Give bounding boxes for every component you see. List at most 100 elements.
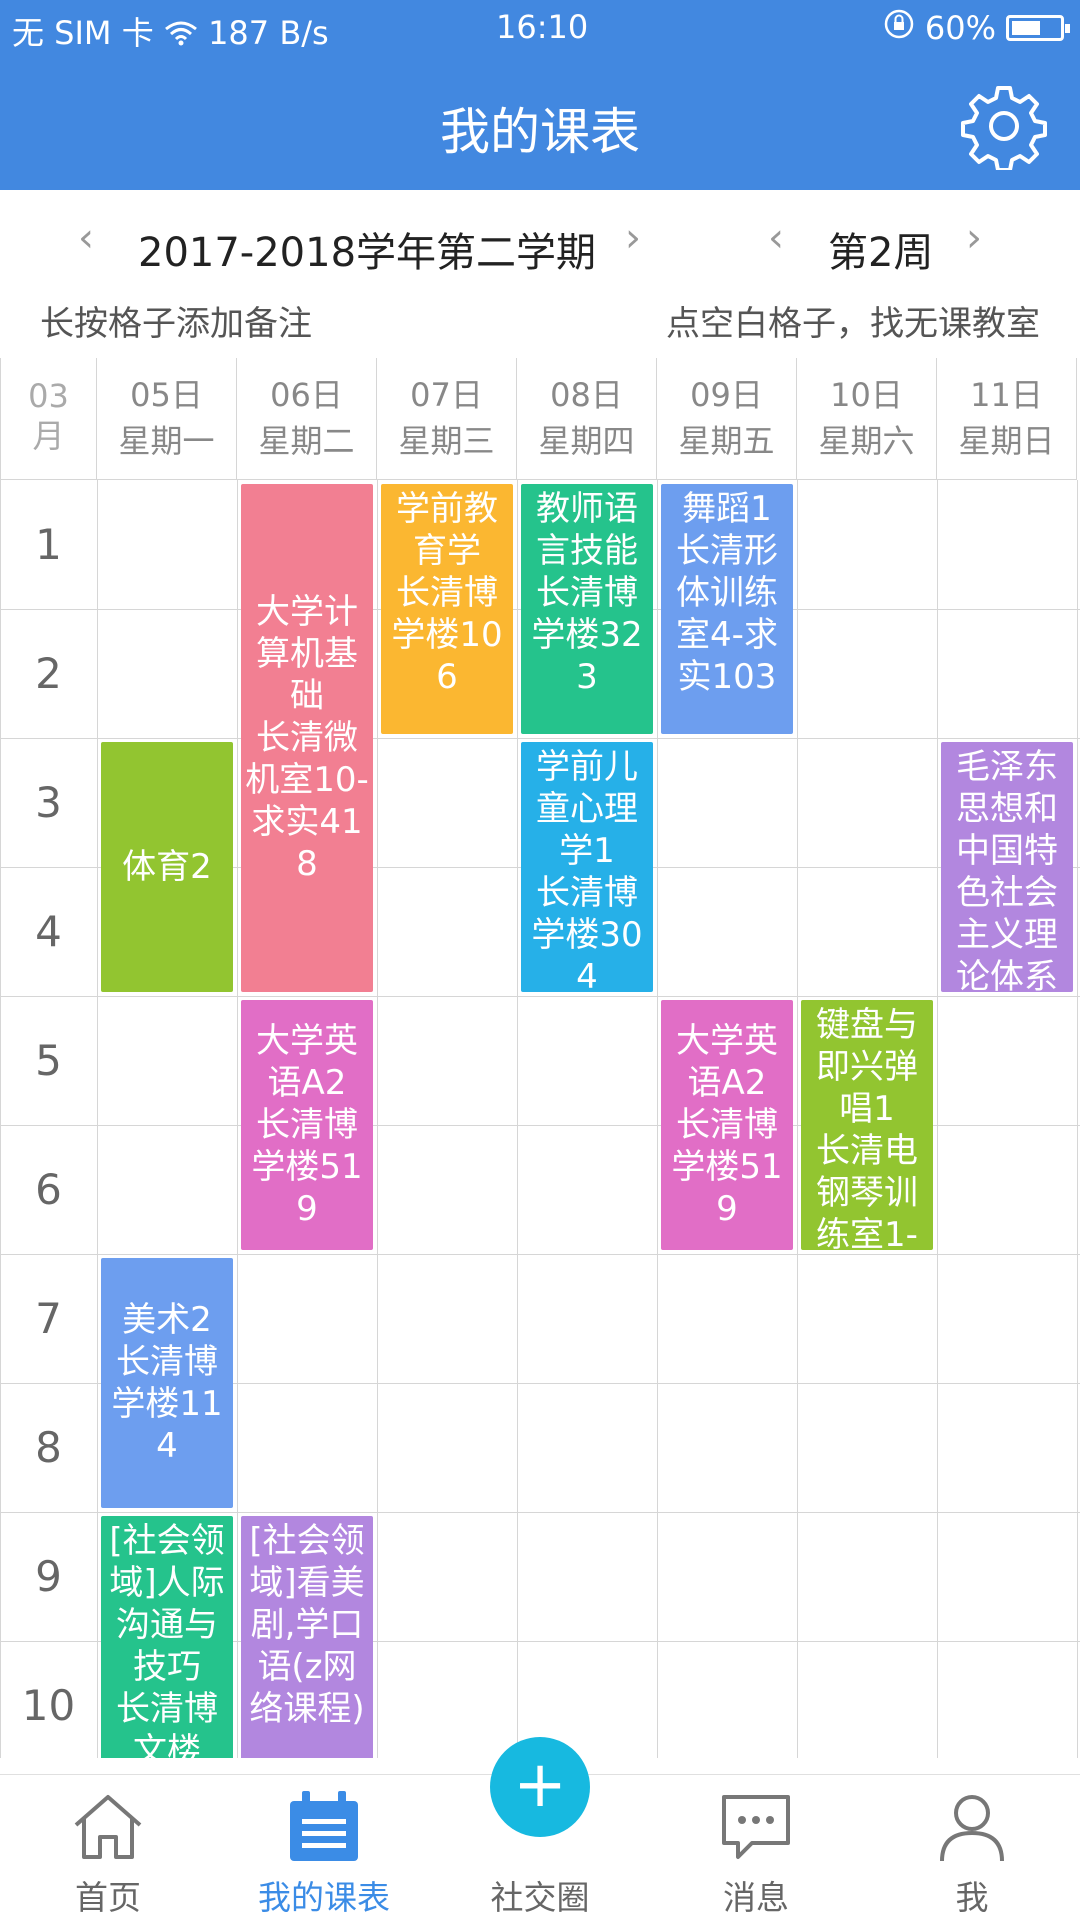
user-icon bbox=[940, 1795, 1004, 1862]
nav-me-label: 我 bbox=[955, 1878, 989, 1917]
day-date: 10日 bbox=[830, 376, 903, 414]
course-block[interactable]: 学前儿童心理学1 长清博学楼304 bbox=[521, 742, 653, 992]
course-text: 体育2 bbox=[122, 847, 212, 887]
course-block[interactable]: 舞蹈1 长清形体训练室4-求实103 bbox=[661, 484, 793, 734]
nav-me[interactable]: 我 bbox=[872, 1775, 1072, 1921]
day-weekday: 星期四 bbox=[538, 422, 635, 460]
day-date: 09日 bbox=[690, 376, 763, 414]
course-block[interactable]: [社会领域]人际沟通与技巧 长清博文楼 bbox=[101, 1516, 233, 1758]
course-block[interactable]: 美术2 长清博学楼114 bbox=[101, 1258, 233, 1508]
course-text: 大学计算机基础 长清微机室10-求实418 bbox=[245, 592, 369, 884]
day-date: 11日 bbox=[970, 376, 1043, 414]
course-block[interactable]: 学前教育学 长清博学楼106 bbox=[381, 484, 513, 734]
nav-social[interactable]: + 社交圈 bbox=[440, 1737, 640, 1921]
day-header: 08日星期四 bbox=[517, 358, 657, 480]
course-text: 美术2 长清博学楼114 bbox=[111, 1300, 223, 1466]
period-number: 7 bbox=[35, 1294, 62, 1343]
course-text: 学前教育学 长清博学楼106 bbox=[391, 489, 503, 697]
column-divider bbox=[797, 480, 798, 1758]
page-title: 我的课表 bbox=[440, 103, 640, 161]
day-header: 11日星期日 bbox=[937, 358, 1077, 480]
next-week-arrow[interactable]: › bbox=[966, 215, 982, 261]
row-divider bbox=[0, 738, 1080, 739]
next-term-arrow[interactable]: › bbox=[625, 215, 641, 261]
term-label[interactable]: 2017-2018学年第二学期 bbox=[138, 220, 596, 278]
period-number: 4 bbox=[35, 907, 62, 956]
term-selector: ‹ 2017-2018学年第二学期 › ‹ 第2周 › bbox=[0, 205, 1080, 285]
course-block[interactable]: 键盘与即兴弹唱1 长清电钢琴训练室1- bbox=[801, 1000, 933, 1250]
rotation-lock-icon bbox=[883, 8, 915, 48]
column-divider bbox=[237, 480, 238, 1758]
day-header: 05日星期一 bbox=[97, 358, 237, 480]
course-block[interactable]: 体育2 bbox=[101, 742, 233, 992]
period-number: 9 bbox=[35, 1552, 62, 1601]
course-text: 学前儿童心理学1 长清博学楼304 bbox=[531, 747, 643, 992]
course-block[interactable]: 大学计算机基础 长清微机室10-求实418 bbox=[241, 484, 373, 992]
day-header: 07日 星期三 bbox=[377, 358, 517, 480]
course-block[interactable]: 教师语言技能 长清博学楼323 bbox=[521, 484, 653, 734]
hint-add-note: 长按格子添加备注 bbox=[40, 304, 312, 344]
hints-row: 长按格子添加备注 点空白格子，找无课教室 bbox=[0, 292, 1080, 348]
status-time: 16:10 bbox=[496, 8, 589, 46]
status-bar: 无 SIM 卡 187 B/s 16:10 60% bbox=[0, 0, 1080, 56]
day-weekday: 星期日 bbox=[958, 422, 1055, 460]
day-date: 06日 bbox=[270, 376, 343, 414]
network-speed: 187 B/s bbox=[208, 14, 329, 52]
battery-icon bbox=[1006, 15, 1070, 41]
nav-schedule[interactable]: 我的课表 bbox=[224, 1775, 424, 1921]
period-number: 8 bbox=[35, 1423, 62, 1472]
status-right: 60% bbox=[883, 8, 1070, 48]
column-divider bbox=[1077, 480, 1078, 1758]
day-date: 08日 bbox=[550, 376, 623, 414]
app-header: 无 SIM 卡 187 B/s 16:10 60% 我的课表 bbox=[0, 0, 1080, 190]
timetable-grid: 03 月 05日 星期一 06日 星期二 07日 星期三 08日 星期四 09日 星期五 10日 星期六… bbox=[0, 358, 1080, 1758]
period-number: 3 bbox=[35, 778, 62, 827]
course-text: 教师语言技能 长清博学楼323 bbox=[531, 489, 643, 697]
period-number: 2 bbox=[35, 649, 62, 698]
row-divider bbox=[0, 1254, 1080, 1255]
course-block[interactable]: 大学英语A2 长清博学楼519 bbox=[241, 1000, 373, 1250]
nav-messages[interactable]: 消息 bbox=[656, 1775, 856, 1921]
course-text: 大学英语A2 长清博学楼519 bbox=[251, 1021, 363, 1229]
course-block[interactable]: 毛泽东思想和中国特色社会主义理论体系 bbox=[941, 742, 1073, 992]
schedule-icon bbox=[290, 1791, 358, 1861]
prev-term-arrow[interactable]: ‹ bbox=[78, 215, 94, 261]
period-number: 1 bbox=[35, 520, 62, 569]
column-divider bbox=[937, 480, 938, 1758]
column-divider bbox=[657, 480, 658, 1758]
hint-free-room: 点空白格子，找无课教室 bbox=[666, 304, 1040, 344]
day-weekday: 星期一 bbox=[118, 422, 215, 460]
day-header: 06日 星期二 bbox=[237, 358, 377, 480]
bottom-nav: 首页 我的课表 + 社交圈 消息 我 bbox=[0, 1737, 1080, 1921]
course-text: [社会领域]看美剧,学口语(z网络课程) bbox=[249, 1521, 365, 1729]
plus-icon[interactable]: + bbox=[490, 1737, 590, 1837]
gear-icon[interactable] bbox=[960, 82, 1048, 172]
prev-week-arrow[interactable]: ‹ bbox=[768, 215, 784, 261]
course-text: [社会领域]人际沟通与技巧 长清博文楼 bbox=[109, 1521, 225, 1758]
wifi-icon bbox=[164, 14, 208, 52]
course-block[interactable]: [社会领域]看美剧,学口语(z网络课程) bbox=[241, 1516, 373, 1758]
status-left: 无 SIM 卡 187 B/s bbox=[12, 8, 329, 54]
course-text: 舞蹈1 长清形体训练室4-求实103 bbox=[676, 489, 778, 697]
course-block[interactable]: 大学英语A2 长清博学楼519 bbox=[661, 1000, 793, 1250]
nav-home[interactable]: 首页 bbox=[8, 1775, 208, 1921]
period-number: 6 bbox=[35, 1165, 62, 1214]
column-divider bbox=[517, 480, 518, 1758]
nav-home-label: 首页 bbox=[75, 1878, 141, 1917]
course-text: 大学英语A2 长清博学楼519 bbox=[671, 1021, 783, 1229]
nav-schedule-label: 我的课表 bbox=[258, 1878, 390, 1917]
column-divider bbox=[97, 480, 98, 1758]
row-divider bbox=[0, 996, 1080, 997]
day-header: 10日 星期六 bbox=[797, 358, 937, 480]
nav-social-label: 社交圈 bbox=[490, 1878, 590, 1917]
week-label[interactable]: 第2周 bbox=[828, 220, 933, 278]
row-divider bbox=[0, 1512, 1080, 1513]
course-text: 键盘与即兴弹唱1 长清电钢琴训练室1- bbox=[816, 1005, 918, 1250]
period-number: 5 bbox=[35, 1036, 62, 1085]
column-divider bbox=[377, 480, 378, 1758]
day-date: 07日 bbox=[410, 376, 483, 414]
day-date: 05日 bbox=[130, 376, 203, 414]
month-header: 03 月 bbox=[0, 358, 97, 480]
home-icon bbox=[74, 1795, 142, 1859]
day-weekday: 星期五 bbox=[678, 422, 775, 460]
